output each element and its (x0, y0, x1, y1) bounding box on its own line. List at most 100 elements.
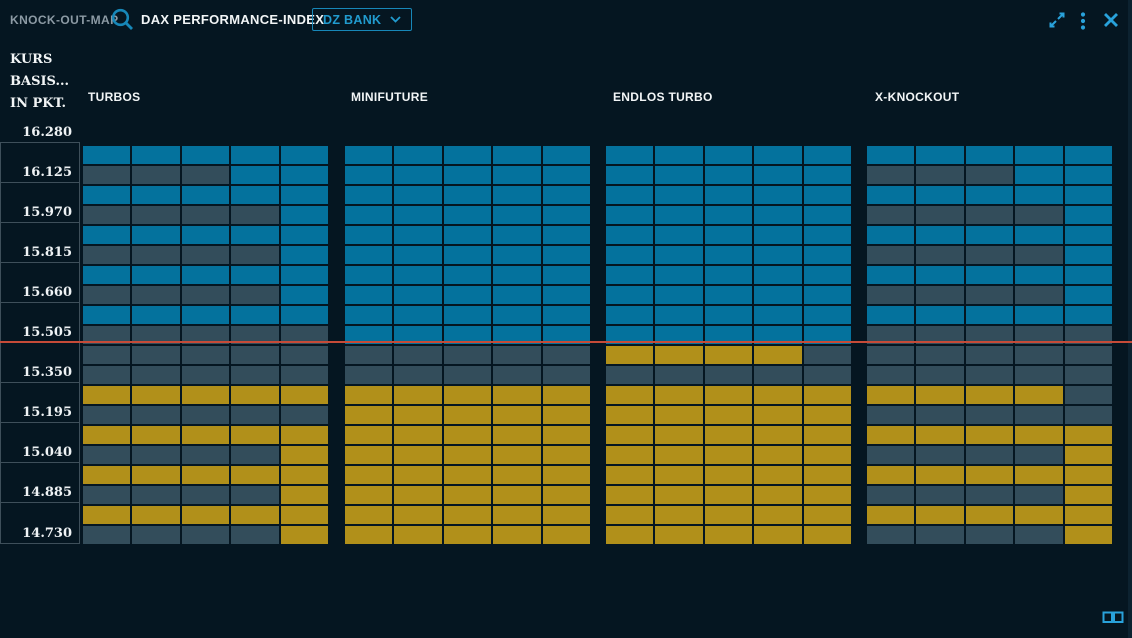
heatmap-cell[interactable] (1014, 525, 1063, 545)
heatmap-cell[interactable] (1064, 205, 1113, 225)
heatmap-cell[interactable] (131, 265, 180, 285)
heatmap-cell[interactable] (131, 185, 180, 205)
heatmap-cell[interactable] (605, 185, 654, 205)
heatmap-cell[interactable] (82, 525, 131, 545)
heatmap-cell[interactable] (542, 385, 591, 405)
heatmap-cell[interactable] (181, 505, 230, 525)
heatmap-cell[interactable] (181, 245, 230, 265)
heatmap-cell[interactable] (915, 485, 964, 505)
heatmap-cell[interactable] (443, 445, 492, 465)
heatmap-cell[interactable] (704, 185, 753, 205)
heatmap-cell[interactable] (492, 265, 541, 285)
heatmap-cell[interactable] (393, 365, 442, 385)
heatmap-cell[interactable] (344, 205, 393, 225)
heatmap-cell[interactable] (753, 485, 802, 505)
heatmap-cell[interactable] (753, 465, 802, 485)
heatmap-cell[interactable] (753, 445, 802, 465)
heatmap-cell[interactable] (605, 345, 654, 365)
heatmap-cell[interactable] (280, 505, 329, 525)
heatmap-cell[interactable] (1064, 285, 1113, 305)
heatmap-cell[interactable] (915, 385, 964, 405)
heatmap-cell[interactable] (915, 505, 964, 525)
heatmap-cell[interactable] (866, 365, 915, 385)
heatmap-cell[interactable] (654, 405, 703, 425)
heatmap-cell[interactable] (82, 165, 131, 185)
heatmap-cell[interactable] (230, 145, 279, 165)
heatmap-cell[interactable] (965, 145, 1014, 165)
heatmap-cell[interactable] (393, 145, 442, 165)
heatmap-cell[interactable] (1064, 345, 1113, 365)
heatmap-cell[interactable] (443, 265, 492, 285)
heatmap-cell[interactable] (605, 425, 654, 445)
heatmap-cell[interactable] (492, 225, 541, 245)
heatmap-cell[interactable] (230, 445, 279, 465)
heatmap-cell[interactable] (82, 245, 131, 265)
heatmap-cell[interactable] (280, 405, 329, 425)
heatmap-cell[interactable] (542, 345, 591, 365)
heatmap-cell[interactable] (654, 165, 703, 185)
heatmap-cell[interactable] (393, 285, 442, 305)
heatmap-cell[interactable] (181, 165, 230, 185)
heatmap-cell[interactable] (443, 185, 492, 205)
heatmap-cell[interactable] (344, 345, 393, 365)
heatmap-cell[interactable] (654, 185, 703, 205)
heatmap-cell[interactable] (492, 145, 541, 165)
heatmap-cell[interactable] (803, 305, 852, 325)
heatmap-cell[interactable] (82, 365, 131, 385)
expand-icon[interactable] (1048, 11, 1066, 29)
heatmap-cell[interactable] (753, 185, 802, 205)
heatmap-cell[interactable] (82, 265, 131, 285)
heatmap-cell[interactable] (492, 505, 541, 525)
heatmap-cell[interactable] (866, 165, 915, 185)
close-icon[interactable] (1103, 12, 1119, 28)
heatmap-cell[interactable] (542, 465, 591, 485)
heatmap-cell[interactable] (280, 185, 329, 205)
heatmap-cell[interactable] (280, 285, 329, 305)
heatmap-cell[interactable] (131, 525, 180, 545)
heatmap-cell[interactable] (181, 365, 230, 385)
heatmap-cell[interactable] (393, 345, 442, 365)
heatmap-cell[interactable] (965, 185, 1014, 205)
heatmap-cell[interactable] (181, 385, 230, 405)
heatmap-cell[interactable] (704, 225, 753, 245)
heatmap-cell[interactable] (605, 225, 654, 245)
heatmap-cell[interactable] (443, 465, 492, 485)
heatmap-cell[interactable] (753, 405, 802, 425)
heatmap-cell[interactable] (181, 345, 230, 365)
heatmap-cell[interactable] (915, 465, 964, 485)
heatmap-cell[interactable] (181, 305, 230, 325)
heatmap-cell[interactable] (131, 165, 180, 185)
heatmap-cell[interactable] (605, 525, 654, 545)
heatmap-cell[interactable] (492, 465, 541, 485)
heatmap-cell[interactable] (230, 245, 279, 265)
heatmap-cell[interactable] (704, 425, 753, 445)
heatmap-cell[interactable] (753, 345, 802, 365)
heatmap-cell[interactable] (866, 345, 915, 365)
heatmap-cell[interactable] (542, 225, 591, 245)
heatmap-cell[interactable] (344, 245, 393, 265)
heatmap-cell[interactable] (1014, 225, 1063, 245)
heatmap-cell[interactable] (492, 285, 541, 305)
heatmap-cell[interactable] (1064, 225, 1113, 245)
heatmap-cell[interactable] (280, 305, 329, 325)
heatmap-cell[interactable] (542, 265, 591, 285)
search-icon[interactable] (111, 8, 135, 32)
heatmap-cell[interactable] (753, 145, 802, 165)
heatmap-cell[interactable] (181, 205, 230, 225)
heatmap-cell[interactable] (915, 305, 964, 325)
heatmap-cell[interactable] (605, 165, 654, 185)
heatmap-cell[interactable] (915, 225, 964, 245)
heatmap-cell[interactable] (230, 405, 279, 425)
heatmap-cell[interactable] (131, 505, 180, 525)
heatmap-cell[interactable] (1014, 405, 1063, 425)
heatmap-cell[interactable] (230, 385, 279, 405)
heatmap-cell[interactable] (542, 285, 591, 305)
heatmap-cell[interactable] (1014, 285, 1063, 305)
heatmap-cell[interactable] (866, 285, 915, 305)
heatmap-cell[interactable] (866, 305, 915, 325)
heatmap-cell[interactable] (753, 205, 802, 225)
heatmap-cell[interactable] (965, 445, 1014, 465)
heatmap-cell[interactable] (443, 145, 492, 165)
heatmap-cell[interactable] (443, 525, 492, 545)
heatmap-cell[interactable] (280, 165, 329, 185)
